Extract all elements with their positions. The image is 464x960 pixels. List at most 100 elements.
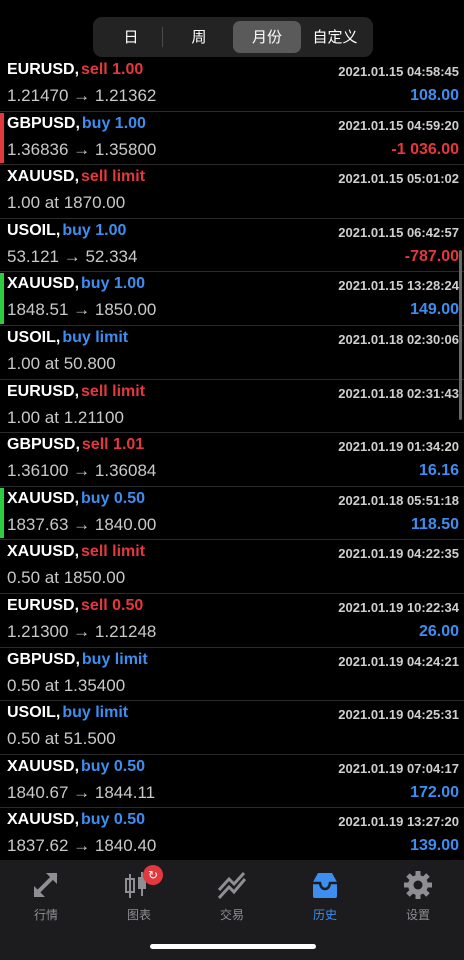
trade-time: 2021.01.18 05:51:18 xyxy=(338,492,459,508)
trade-side: buy limit xyxy=(62,328,129,346)
trade-side: buy limit xyxy=(62,704,129,722)
trade-symbol: XAUUSD, xyxy=(7,757,80,775)
trade-detail: 1.00 at 50.800 xyxy=(7,353,116,373)
trade-profit: 108.00 xyxy=(410,87,459,104)
tab-day[interactable]: 日 xyxy=(97,21,165,53)
tab-week[interactable]: 周 xyxy=(165,21,233,53)
trade-profit: -787.00 xyxy=(404,247,459,265)
trade-row[interactable]: USOIL, buy limit 0.50 at 51.500 2021.01.19 … xyxy=(0,701,464,755)
trade-side: buy 1.00 xyxy=(62,221,127,239)
trade-row[interactable]: GBPUSD, sell 1.01 1.36100 → 1.36084 2021.01… xyxy=(0,433,464,487)
trade-time: 2021.01.19 04:22:35 xyxy=(338,546,459,562)
trade-symbol: XAUUSD, xyxy=(7,168,80,186)
trade-title: XAUUSD, buy 0.50 xyxy=(7,490,145,508)
trade-detail: 1837.63 → 1840.00 xyxy=(7,514,157,534)
trade-row[interactable]: XAUUSD, sell limit 0.50 at 1850.00 2021.01.… xyxy=(0,540,464,594)
trade-symbol: XAUUSD, xyxy=(7,489,80,507)
history-list[interactable]: EURUSD, sell 1.00 1.21470 → 1.21362 2021.01… xyxy=(0,58,464,860)
trade-time: 2021.01.15 06:42:57 xyxy=(338,224,459,240)
nav-chart[interactable]: ↻ 图表 xyxy=(93,865,185,928)
trade-symbol: EURUSD, xyxy=(7,382,80,400)
trade-time: 2021.01.19 04:24:21 xyxy=(338,653,459,669)
gear-icon xyxy=(404,871,432,899)
trade-detail: 1.21300 → 1.21248 xyxy=(7,621,157,641)
trade-title: USOIL, buy 1.00 xyxy=(7,222,126,240)
trade-row[interactable]: USOIL, buy 1.00 53.121 → 52.334 2021.01.15 … xyxy=(0,219,464,273)
trade-title: GBPUSD, sell 1.01 xyxy=(7,436,144,454)
trade-detail: 1840.67 → 1844.11 xyxy=(7,782,156,802)
nav-quotes-label: 行情 xyxy=(33,908,58,922)
period-segmented-control: 日 周 月份 自定义 xyxy=(93,17,373,57)
trade-side: sell limit xyxy=(81,168,146,186)
trade-row[interactable]: XAUUSD, buy 0.50 1837.62 → 1840.40 2021.01.… xyxy=(0,808,464,860)
trade-profit: 149.00 xyxy=(410,301,459,319)
trade-side: buy 0.50 xyxy=(81,811,146,829)
nav-trade[interactable]: 交易 xyxy=(186,868,278,928)
trade-row[interactable]: EURUSD, sell limit 1.00 at 1.21100 2021.01.… xyxy=(0,380,464,434)
trade-side: buy 0.50 xyxy=(81,757,146,775)
trade-time: 2021.01.19 01:34:20 xyxy=(338,439,459,455)
nav-history[interactable]: 历史 xyxy=(279,868,371,928)
trade-time: 2021.01.19 04:25:31 xyxy=(338,707,459,723)
trade-side: sell 0.50 xyxy=(81,596,144,614)
trade-row[interactable]: GBPUSD, buy limit 0.50 at 1.35400 2021.01.1… xyxy=(0,648,464,702)
nav-chart-label: 图表 xyxy=(126,908,151,922)
trade-detail: 1.00 at 1870.00 xyxy=(7,193,126,213)
trade-title: GBPUSD, buy limit xyxy=(7,651,148,669)
trade-symbol: XAUUSD, xyxy=(7,543,80,561)
trade-title: XAUUSD, buy 0.50 xyxy=(7,758,145,776)
nav-history-label: 历史 xyxy=(312,908,337,922)
refresh-icon: ↻ xyxy=(143,865,163,885)
trade-title: GBPUSD, buy 1.00 xyxy=(7,115,146,133)
trade-profit: 118.50 xyxy=(410,515,459,533)
history-inbox-icon xyxy=(313,873,337,898)
home-indicator[interactable] xyxy=(150,944,316,949)
segment-divider xyxy=(162,27,163,47)
trade-symbol: XAUUSD, xyxy=(7,811,80,829)
trade-title: USOIL, buy limit xyxy=(7,329,128,347)
trade-status-marker xyxy=(0,487,4,539)
trade-time: 2021.01.15 05:01:02 xyxy=(338,171,459,187)
trade-title: EURUSD, sell 1.00 xyxy=(7,61,143,79)
trade-detail: 1.36100 → 1.36084 xyxy=(7,461,157,481)
trade-row[interactable]: XAUUSD, buy 0.50 1837.63 → 1840.00 2021.01.… xyxy=(0,487,464,541)
trade-status-marker xyxy=(0,273,4,324)
trade-title: EURUSD, sell limit xyxy=(7,383,145,401)
trade-side: buy 0.50 xyxy=(81,489,146,507)
trade-side: sell 1.01 xyxy=(81,436,145,454)
trade-profit: 172.00 xyxy=(410,783,459,801)
trade-side: sell 1.00 xyxy=(81,61,144,78)
trade-time: 2021.01.15 04:59:20 xyxy=(338,117,459,133)
trade-row[interactable]: XAUUSD, buy 0.50 1840.67 → 1844.11 2021.01.… xyxy=(0,755,464,809)
trade-row[interactable]: XAUUSD, buy 1.00 1848.51 → 1850.00 2021.01.… xyxy=(0,272,464,326)
trade-detail: 1.21470 → 1.21362 xyxy=(7,86,157,105)
trade-symbol: USOIL, xyxy=(7,221,61,239)
trade-row[interactable]: USOIL, buy limit 1.00 at 50.800 2021.01.18 … xyxy=(0,326,464,380)
nav-quotes[interactable]: 行情 xyxy=(0,868,92,928)
trade-title: XAUUSD, sell limit xyxy=(7,168,145,186)
trade-title: EURUSD, sell 0.50 xyxy=(7,597,143,615)
scrollbar[interactable] xyxy=(459,250,462,420)
nav-settings[interactable]: 设置 xyxy=(372,868,464,928)
trade-detail: 0.50 at 51.500 xyxy=(7,729,116,749)
trade-row[interactable]: EURUSD, sell 1.00 1.21470 → 1.21362 2021.01… xyxy=(0,58,464,112)
quotes-arrows-icon xyxy=(33,872,58,897)
trade-side: sell limit xyxy=(81,543,146,561)
trade-time: 2021.01.18 02:30:06 xyxy=(338,331,459,347)
trade-symbol: GBPUSD, xyxy=(7,650,80,668)
trade-time: 2021.01.15 04:58:45 xyxy=(338,64,459,79)
trade-profit: 139.00 xyxy=(410,837,459,855)
trade-side: buy 1.00 xyxy=(81,114,146,132)
trade-row[interactable]: XAUUSD, sell limit 1.00 at 1870.00 2021.01.… xyxy=(0,165,464,219)
trade-status-marker xyxy=(0,112,4,164)
trade-time: 2021.01.18 02:31:43 xyxy=(338,385,459,401)
tab-custom[interactable]: 自定义 xyxy=(301,21,369,53)
trade-detail: 1848.51 → 1850.00 xyxy=(7,300,157,320)
tab-month[interactable]: 月份 xyxy=(233,21,301,53)
trade-row[interactable]: EURUSD, sell 0.50 1.21300 → 1.21248 2021.01… xyxy=(0,594,464,648)
trade-detail: 53.121 → 52.334 xyxy=(7,246,138,266)
trade-profit: 26.00 xyxy=(418,622,459,640)
trade-symbol: GBPUSD, xyxy=(7,436,80,454)
trade-row[interactable]: GBPUSD, buy 1.00 1.36836 → 1.35800 2021.01.… xyxy=(0,112,464,166)
trade-detail: 1837.62 → 1840.40 xyxy=(7,836,157,856)
